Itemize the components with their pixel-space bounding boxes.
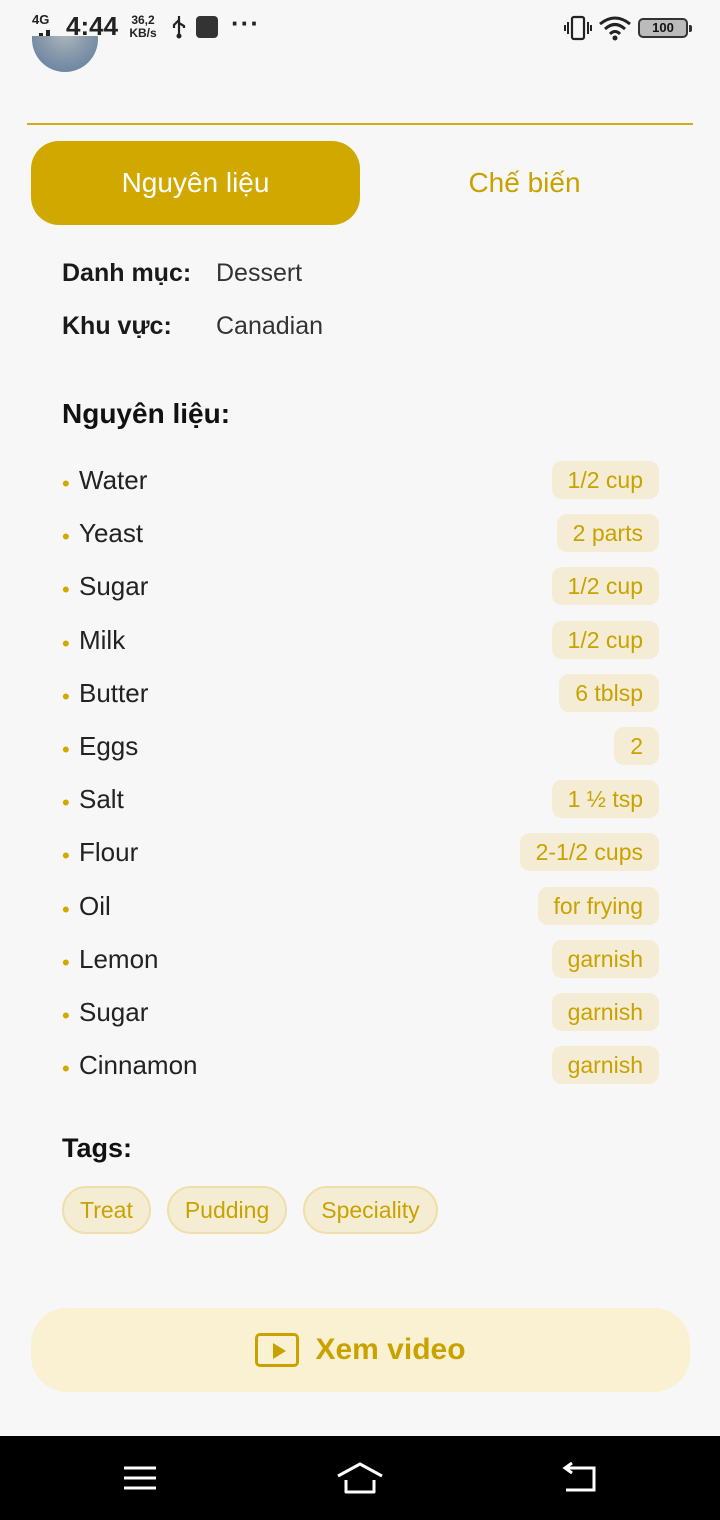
- ingredient-measure: garnish: [551, 939, 659, 978]
- bullet-icon: •: [62, 683, 70, 709]
- ingredient-measure: 1/2 cup: [551, 461, 659, 499]
- divider: [27, 123, 693, 125]
- bullet-icon: •: [62, 524, 70, 550]
- bullet-icon: •: [62, 949, 70, 975]
- ingredient-measure: 2: [614, 726, 659, 765]
- category-value: Dessert: [216, 259, 303, 287]
- list-item: • Sugar 1/2 cup: [62, 567, 659, 620]
- more-notifications-icon: ···: [231, 8, 260, 38]
- home-button[interactable]: [310, 1436, 410, 1520]
- home-icon: [337, 1462, 383, 1494]
- ingredients-title: Nguyên liệu:: [62, 398, 231, 429]
- tag-chip[interactable]: Speciality: [303, 1186, 438, 1234]
- wifi-icon: [599, 16, 631, 41]
- avatar: [32, 36, 98, 74]
- bullet-icon: •: [62, 630, 70, 656]
- app-notification-icon: [196, 16, 218, 38]
- list-item: • Lemon garnish: [62, 939, 659, 993]
- ingredient-name: Sugar: [79, 571, 149, 602]
- usb-icon: [172, 16, 186, 39]
- list-item: • Eggs 2: [62, 726, 659, 780]
- list-item: • Butter 6 tblsp: [62, 673, 659, 727]
- bullet-icon: •: [62, 1002, 70, 1028]
- watch-video-button[interactable]: Xem video: [31, 1308, 690, 1392]
- category-label: Danh mục:: [62, 259, 192, 287]
- bullet-icon: •: [62, 736, 70, 762]
- status-bar: 4G 4:44 36,2 KB/s ··· 100: [0, 0, 720, 56]
- ingredient-name: Butter: [79, 677, 149, 708]
- bullet-icon: •: [62, 843, 70, 869]
- bullet-icon: •: [62, 790, 70, 816]
- tab-ingredients[interactable]: Nguyên liệu: [31, 141, 360, 225]
- bullet-icon: •: [62, 896, 70, 922]
- network-type: 4G: [32, 12, 50, 27]
- recent-apps-button[interactable]: [90, 1436, 190, 1520]
- ingredient-name: Yeast: [79, 518, 144, 549]
- list-item: • Sugar garnish: [62, 992, 659, 1046]
- bullet-icon: •: [62, 577, 70, 603]
- ingredient-name: Water: [79, 465, 148, 495]
- ingredient-name: Eggs: [79, 730, 139, 761]
- ingredient-name: Flour: [79, 837, 139, 868]
- ingredient-name: Salt: [79, 784, 124, 815]
- ingredient-name: Cinnamon: [79, 1050, 198, 1081]
- ingredient-measure: 1/2 cup: [551, 567, 659, 606]
- navigation-bar: [0, 1436, 720, 1520]
- ingredient-measure: garnish: [551, 1046, 659, 1085]
- watch-video-label: Xem video: [315, 1333, 466, 1366]
- list-item: • Water 1/2 cup: [62, 461, 659, 514]
- ingredient-measure: 6 tblsp: [559, 673, 659, 712]
- tag-chip[interactable]: Pudding: [166, 1186, 288, 1234]
- bullet-icon: •: [62, 471, 70, 496]
- ingredient-name: Milk: [79, 624, 126, 655]
- list-item: • Milk 1/2 cup: [62, 620, 659, 674]
- ingredient-name: Sugar: [79, 996, 149, 1027]
- ingredient-measure: 1 ½ tsp: [551, 780, 659, 819]
- recent-apps-icon: [124, 1466, 156, 1490]
- list-item: • Yeast 2 parts: [62, 514, 659, 567]
- tab-instructions[interactable]: Chế biến: [360, 141, 689, 225]
- area-label: Khu vực:: [62, 312, 172, 340]
- list-item: • Oil for frying: [62, 886, 659, 940]
- tag-chip[interactable]: Treat: [62, 1186, 151, 1234]
- tags-list: Treat Pudding Speciality: [62, 1186, 438, 1234]
- list-item: • Salt 1 ½ tsp: [62, 780, 659, 833]
- ingredient-measure: 2-1/2 cups: [519, 833, 659, 872]
- ingredient-measure: 1/2 cup: [551, 620, 659, 659]
- ingredients-list: • Water 1/2 cup • Yeast 2 parts • Sugar 1/2 cu…: [62, 461, 659, 1099]
- battery-icon: 100: [638, 18, 692, 38]
- ingredient-measure: for frying: [537, 886, 659, 925]
- back-icon: [562, 1462, 596, 1492]
- ingredient-measure: garnish: [551, 992, 659, 1031]
- ingredient-name: Oil: [79, 890, 111, 921]
- ingredient-measure: 2 parts: [556, 514, 659, 553]
- bullet-icon: •: [62, 1056, 70, 1082]
- network-speed: 36,2 KB/s: [128, 14, 158, 40]
- back-button[interactable]: [530, 1436, 630, 1520]
- vibrate-icon: [564, 15, 592, 41]
- area-value: Canadian: [216, 312, 324, 340]
- play-video-icon: [255, 1333, 300, 1367]
- list-item: • Flour 2-1/2 cups: [62, 833, 659, 886]
- ingredient-name: Lemon: [79, 943, 159, 974]
- network-speed-unit: KB/s: [129, 26, 157, 40]
- tags-title: Tags:: [62, 1133, 133, 1163]
- list-item: • Cinnamon garnish: [62, 1046, 659, 1099]
